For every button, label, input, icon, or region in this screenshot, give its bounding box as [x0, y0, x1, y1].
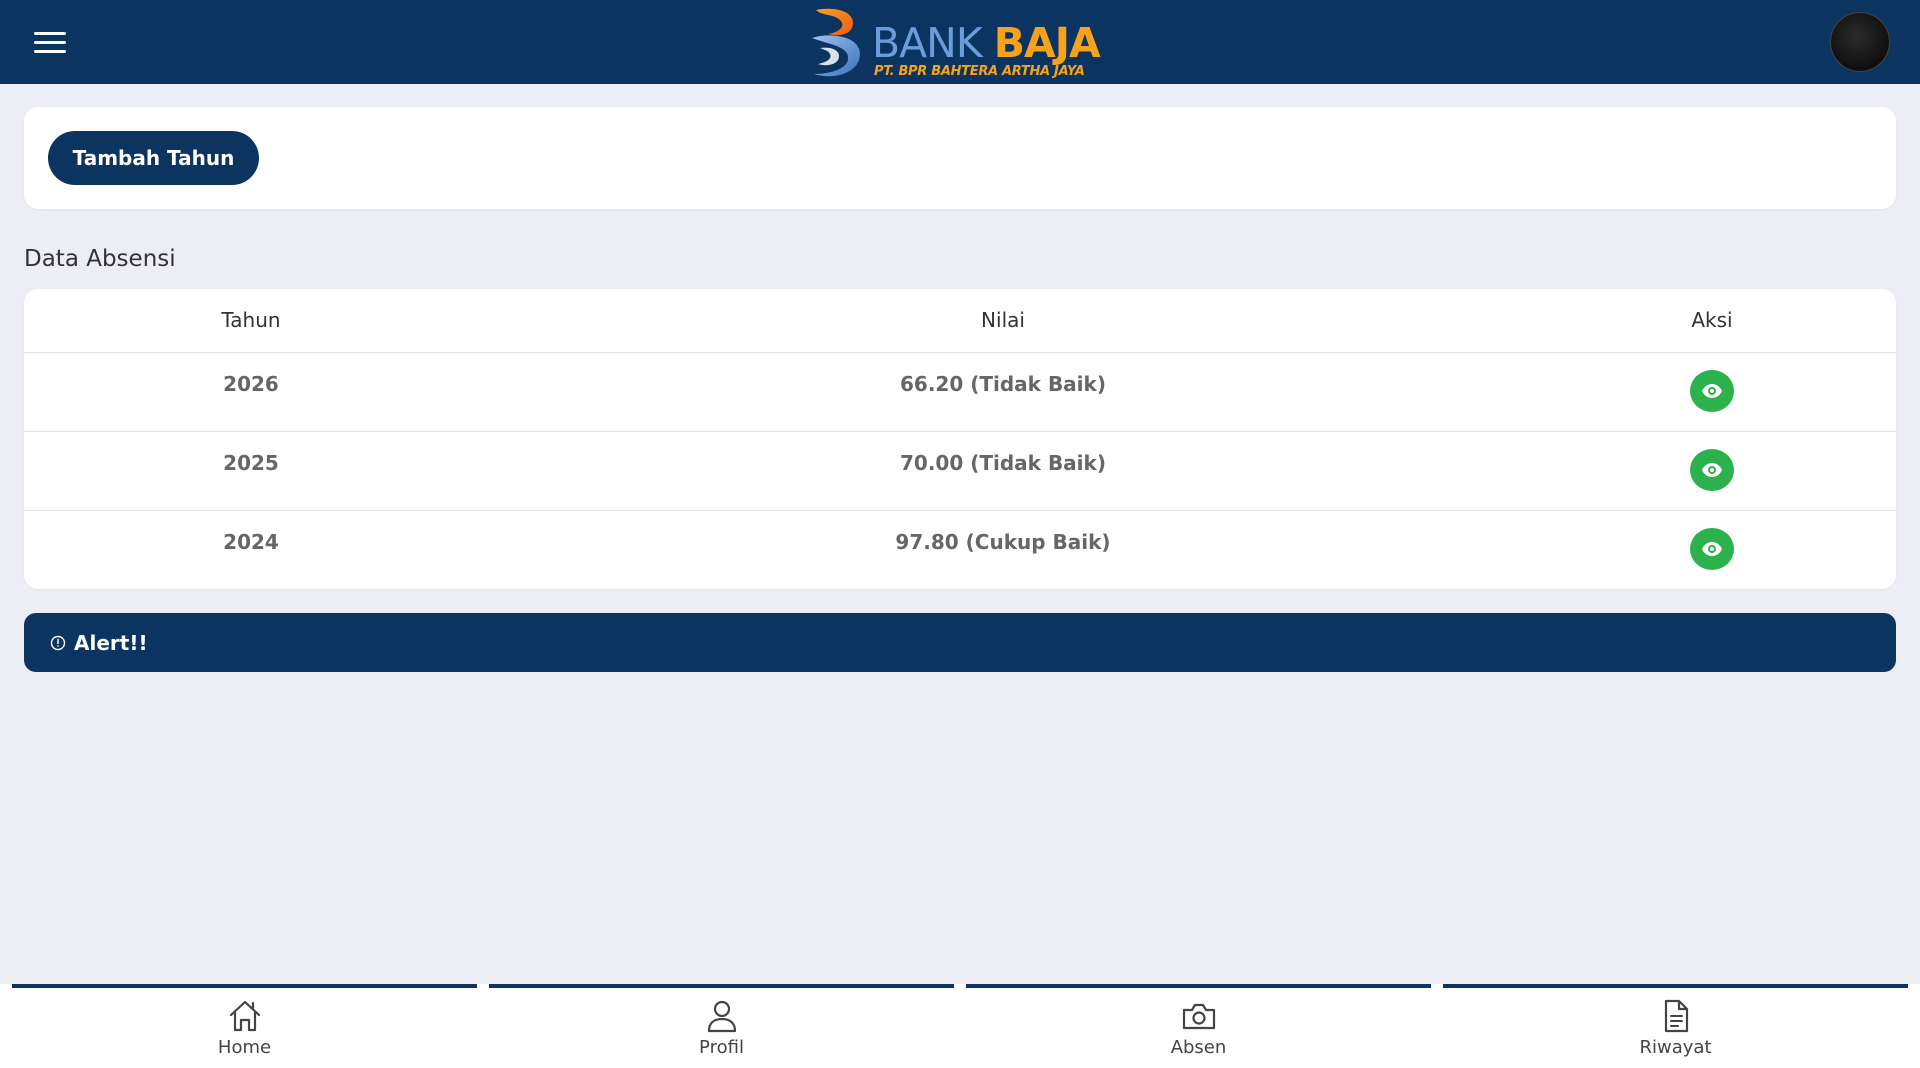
nav-label-home: Home — [217, 1037, 272, 1058]
logo-word-bank: BANK — [872, 19, 983, 67]
view-detail-button[interactable] — [1690, 369, 1734, 412]
cell-tahun: 2026 — [24, 352, 478, 432]
eye-icon — [1702, 541, 1722, 556]
bank-baja-logo: BANK BAJA PT. BPR BAHTERA ARTHA JAYA — [806, 4, 1116, 82]
action-card: Tambah Tahun — [24, 107, 1896, 209]
attendance-table-card: Tahun Nilai Aksi 2026 66.20 (Tidak Baik)… — [24, 289, 1896, 589]
home-icon — [229, 1000, 260, 1032]
document-icon — [1664, 999, 1688, 1033]
user-icon — [707, 1000, 736, 1033]
attendance-table: Tahun Nilai Aksi 2026 66.20 (Tidak Baik)… — [24, 289, 1896, 589]
cell-tahun: 2024 — [223, 529, 279, 554]
nav-item-absen[interactable]: Absen — [966, 984, 1431, 1068]
logo-emblem-icon — [812, 8, 860, 77]
alert-banner[interactable]: Alert!! — [24, 613, 1896, 672]
logo-subtitle: PT. BPR BAHTERA ARTHA JAYA — [874, 64, 1085, 79]
nav-indicator — [12, 984, 477, 988]
info-circle-icon — [50, 635, 66, 650]
nav-indicator — [966, 984, 1431, 988]
top-app-bar: BANK BAJA PT. BPR BAHTERA ARTHA JAYA — [0, 0, 1920, 84]
nav-label-profil: Profil — [699, 1037, 744, 1058]
view-detail-button[interactable] — [1690, 448, 1734, 491]
eye-icon — [1702, 462, 1722, 477]
cell-aksi — [1528, 431, 1896, 511]
cell-aksi — [1528, 510, 1896, 589]
tambah-tahun-button[interactable]: Tambah Tahun — [48, 131, 259, 185]
nav-label-riwayat: Riwayat — [1639, 1037, 1712, 1058]
column-header-tahun: Tahun — [24, 289, 478, 353]
nav-label-absen: Absen — [1170, 1037, 1227, 1058]
table-row: 2026 66.20 (Tidak Baik) — [24, 352, 1896, 432]
section-title: Data Absensi — [24, 246, 176, 272]
column-header-nilai: Nilai — [478, 289, 1528, 353]
view-detail-button[interactable] — [1690, 527, 1734, 570]
table-row: 2025 70.00 (Tidak Baik) — [24, 431, 1896, 511]
hamburger-menu-icon[interactable] — [28, 24, 72, 60]
eye-icon — [1702, 383, 1722, 398]
cell-tahun: 2025 — [24, 431, 478, 511]
cell-nilai: 97.80 (Cukup Baik) — [895, 529, 1111, 554]
nav-item-riwayat[interactable]: Riwayat — [1443, 984, 1908, 1068]
table-row: 2024 97.80 (Cukup Baik) — [24, 510, 1896, 589]
logo-wordmark: BANK BAJA — [872, 19, 1101, 67]
cell-aksi — [1528, 352, 1896, 432]
table-header-row: Tahun Nilai Aksi — [24, 289, 1896, 353]
user-avatar[interactable] — [1830, 12, 1890, 72]
column-header-aksi: Aksi — [1528, 289, 1896, 353]
cell-nilai: 70.00 (Tidak Baik) — [478, 431, 1528, 511]
nav-indicator — [489, 984, 954, 988]
camera-icon — [1182, 1003, 1215, 1030]
logo-word-baja: BAJA — [993, 19, 1101, 67]
nav-item-profil[interactable]: Profil — [489, 984, 954, 1068]
alert-text: Alert!! — [74, 630, 148, 655]
nav-indicator — [1443, 984, 1908, 988]
nav-item-home[interactable]: Home — [12, 984, 477, 1068]
cell-nilai: 66.20 (Tidak Baik) — [478, 352, 1528, 432]
bottom-navigation: Home Profil Absen Riwayat — [0, 984, 1920, 1068]
